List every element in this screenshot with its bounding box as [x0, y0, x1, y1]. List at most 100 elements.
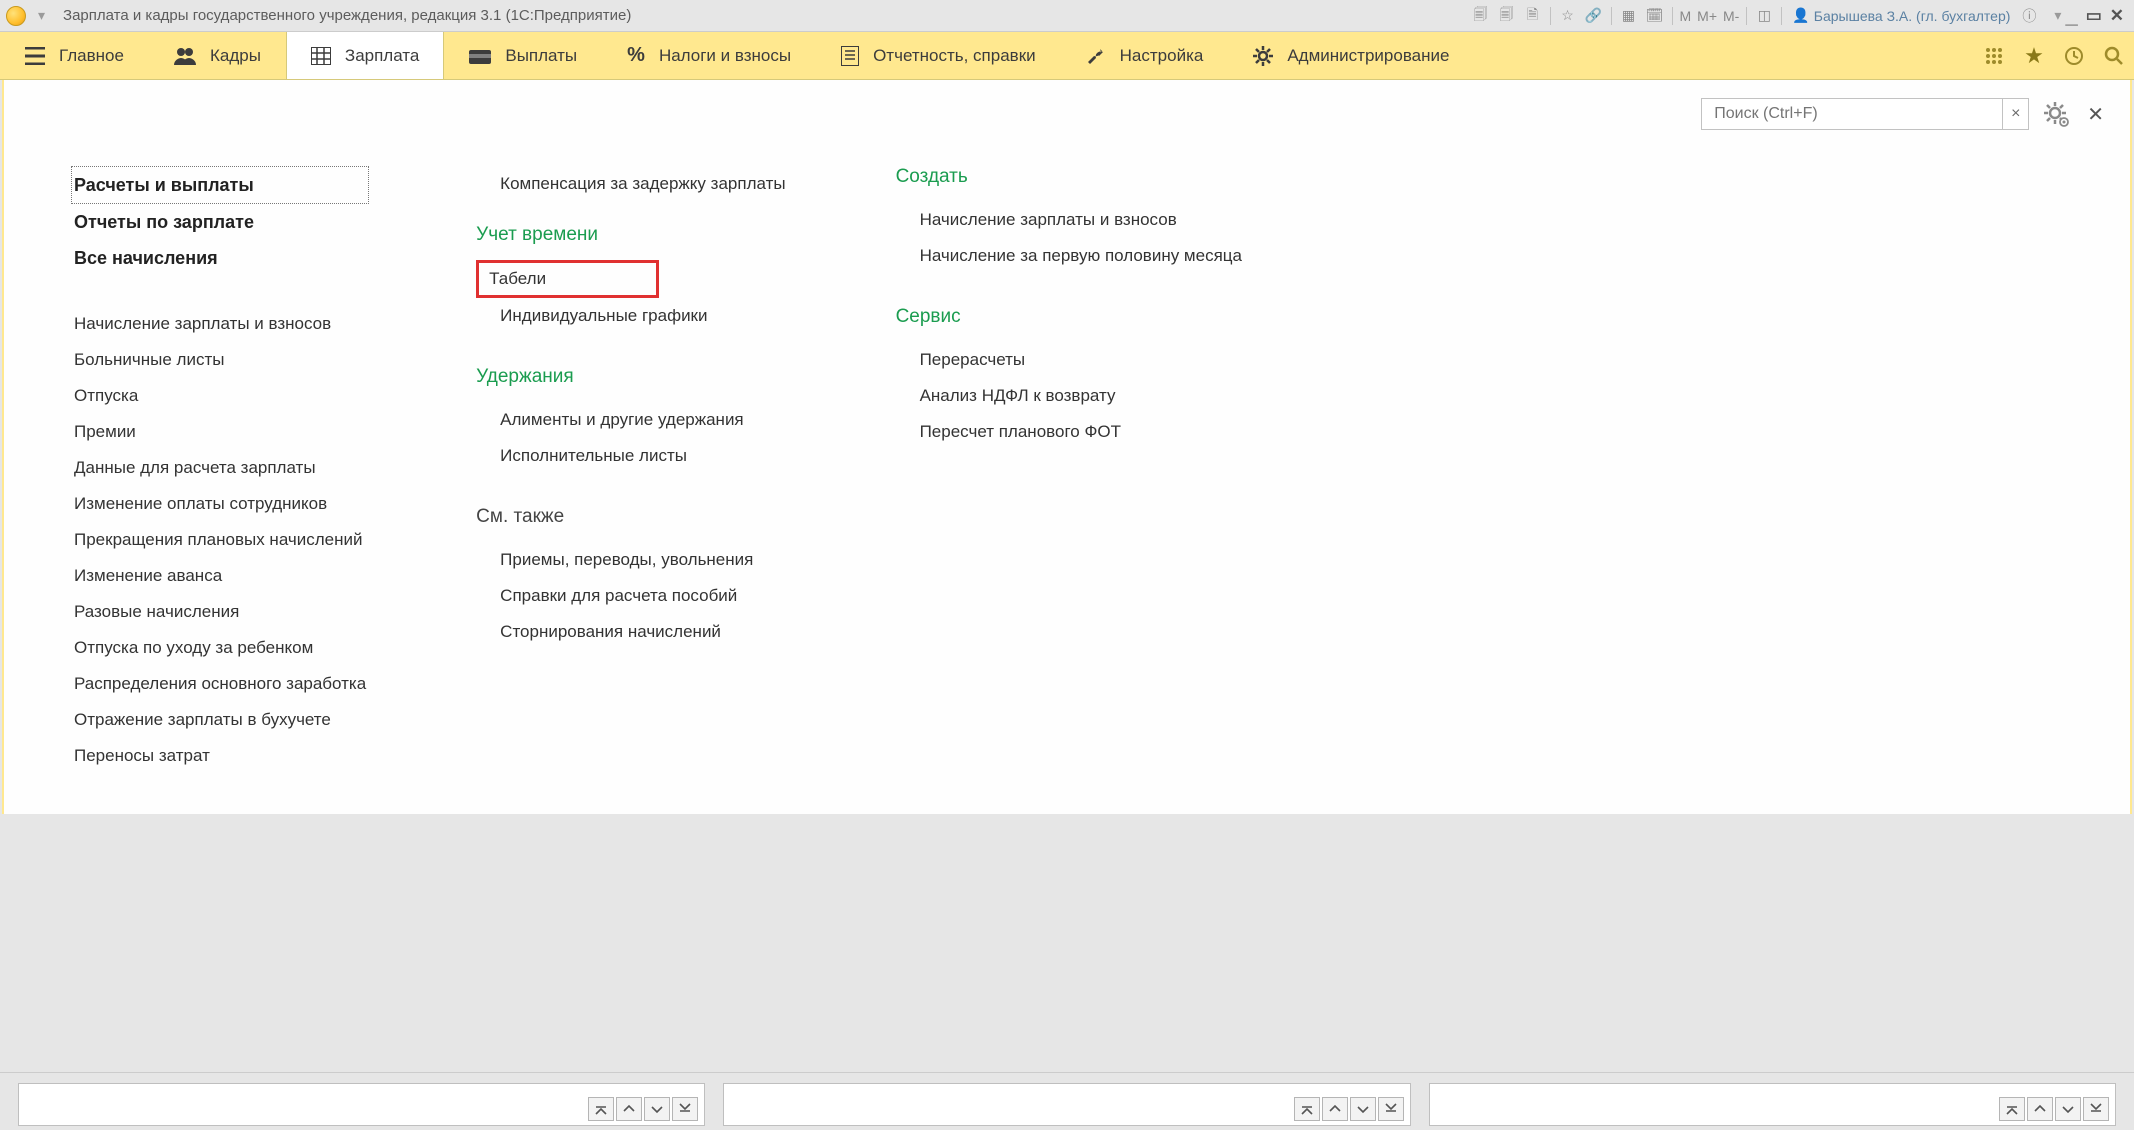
nav-column-1: Расчеты и выплаты Отчеты по зарплате Все… — [74, 166, 366, 774]
nav-link[interactable]: Прекращения плановых начислений — [74, 522, 366, 558]
window-title: Зарплата и кадры государственного учрежд… — [63, 7, 631, 24]
wallet-icon — [469, 48, 491, 64]
tab-label: Администрирование — [1287, 46, 1449, 66]
tab-label: Главное — [59, 46, 124, 66]
nav-link[interactable]: Справки для расчета пособий — [476, 578, 785, 614]
nav-link[interactable]: Компенсация за задержку зарплаты — [476, 166, 785, 202]
people-icon — [174, 47, 196, 65]
dropdown-arrow-icon[interactable]: ▾ — [38, 7, 45, 24]
panel-btn-top[interactable] — [1999, 1097, 2025, 1121]
main-toolbar: Главное Кадры Зарплата Выплаты % Налоги … — [0, 32, 2134, 80]
window-minimize-icon[interactable]: _ — [2065, 12, 2077, 20]
search-input[interactable] — [1702, 105, 2002, 123]
tool-icon-3[interactable]: 🗎 — [1522, 5, 1544, 27]
nav-link[interactable]: Распределения основного заработка — [74, 666, 366, 702]
nav-link[interactable]: Изменение оплаты сотрудников — [74, 486, 366, 522]
app-logo-icon — [6, 6, 26, 26]
memory-mplus-icon[interactable]: M+ — [1697, 8, 1717, 24]
info-dropdown-icon[interactable]: ▾ — [2054, 7, 2061, 24]
panel-btn-bottom[interactable] — [672, 1097, 698, 1121]
favorite-icon[interactable]: ★ — [2014, 32, 2054, 79]
section-close-button[interactable]: ✕ — [2083, 102, 2108, 127]
grid-icon[interactable]: ▦ — [1618, 5, 1640, 27]
panel-btn-down[interactable] — [2055, 1097, 2081, 1121]
nav-link[interactable]: Переносы затрат — [74, 738, 366, 774]
panel-btn-bottom[interactable] — [1378, 1097, 1404, 1121]
nav-link[interactable]: Начисление зарплаты и взносов — [896, 202, 1242, 238]
nav-link[interactable]: Исполнительные листы — [476, 438, 785, 474]
panel-btn-top[interactable] — [1294, 1097, 1320, 1121]
nav-link[interactable]: Больничные листы — [74, 342, 366, 378]
nav-section-head: Учет времени — [476, 224, 785, 246]
tab-label: Выплаты — [505, 46, 577, 66]
section-toolbar: × ✕ — [4, 80, 2130, 136]
nav-link[interactable]: Отпуска — [74, 378, 366, 414]
nav-link[interactable]: Данные для расчета зарплаты — [74, 450, 366, 486]
nav-link[interactable]: Изменение аванса — [74, 558, 366, 594]
nav-link[interactable]: Алименты и другие удержания — [476, 402, 785, 438]
nav-link[interactable]: Отпуска по уходу за ребенком — [74, 630, 366, 666]
percent-icon: % — [627, 44, 645, 67]
tab-reports[interactable]: Отчетность, справки — [816, 32, 1061, 79]
panel-btn-up[interactable] — [1322, 1097, 1348, 1121]
panel-btn-down[interactable] — [1350, 1097, 1376, 1121]
navigation-panel: Расчеты и выплаты Отчеты по зарплате Все… — [4, 136, 2130, 814]
tool-icon-2[interactable]: 🗐 — [1496, 5, 1518, 27]
nav-link[interactable]: Приемы, переводы, увольнения — [476, 542, 785, 578]
window-close-icon[interactable]: ✕ — [2110, 6, 2124, 26]
panel-btn-top[interactable] — [588, 1097, 614, 1121]
nav-section-head: См. также — [476, 506, 785, 528]
star-icon[interactable]: ☆ — [1557, 5, 1579, 27]
tab-taxes[interactable]: % Налоги и взносы — [602, 32, 816, 79]
gear-icon — [1253, 46, 1273, 66]
tab-main[interactable]: Главное — [0, 32, 149, 79]
panel-icon[interactable]: ◫ — [1753, 5, 1775, 27]
history-icon[interactable] — [2054, 32, 2094, 79]
footer-panel-1 — [18, 1083, 705, 1126]
nav-link-tabeli[interactable]: Табели — [476, 260, 659, 298]
search-clear-button[interactable]: × — [2002, 99, 2028, 129]
calendar-icon[interactable]: 🗓 — [1644, 5, 1666, 27]
memory-mminus-icon[interactable]: M- — [1723, 8, 1739, 24]
settings-gear-icon[interactable] — [2043, 101, 2069, 127]
nav-link[interactable]: Премии — [74, 414, 366, 450]
tab-payments[interactable]: Выплаты — [444, 32, 602, 79]
nav-link[interactable]: Сторнирования начислений — [476, 614, 785, 650]
nav-link[interactable]: Анализ НДФЛ к возврату — [896, 378, 1242, 414]
panel-btn-up[interactable] — [2027, 1097, 2053, 1121]
footer-panels — [0, 1072, 2134, 1130]
window-maximize-icon[interactable]: ▭ — [2086, 6, 2102, 26]
report-icon — [841, 46, 859, 66]
apps-icon[interactable] — [1974, 32, 2014, 79]
tab-admin[interactable]: Администрирование — [1228, 32, 1474, 79]
nav-link[interactable]: Индивидуальные графики — [476, 298, 785, 334]
tab-label: Зарплата — [345, 46, 419, 66]
user-label[interactable]: 👤 Барышева З.А. (гл. бухгалтер) — [1792, 7, 2010, 24]
nav-column-3: Создать Начисление зарплаты и взносов На… — [896, 166, 1242, 774]
tab-label: Отчетность, справки — [873, 46, 1036, 66]
wrench-icon — [1086, 46, 1106, 66]
tab-label: Кадры — [210, 46, 261, 66]
nav-link[interactable]: Разовые начисления — [74, 594, 366, 630]
nav-link-calculations[interactable]: Расчеты и выплаты — [71, 166, 369, 204]
tab-personnel[interactable]: Кадры — [149, 32, 286, 79]
panel-btn-down[interactable] — [644, 1097, 670, 1121]
tab-salary[interactable]: Зарплата — [286, 32, 444, 79]
panel-btn-bottom[interactable] — [2083, 1097, 2109, 1121]
nav-link[interactable]: Начисление зарплаты и взносов — [74, 306, 366, 342]
tool-icon-1[interactable]: 🗐 — [1470, 5, 1492, 27]
panel-btn-up[interactable] — [616, 1097, 642, 1121]
nav-link[interactable]: Начисление за первую половину месяца — [896, 238, 1242, 274]
nav-link-all-accruals[interactable]: Все начисления — [74, 240, 366, 276]
nav-link-reports[interactable]: Отчеты по зарплате — [74, 204, 366, 240]
memory-m-icon[interactable]: M — [1680, 8, 1692, 24]
link-icon[interactable]: 🔗 — [1583, 5, 1605, 27]
window-titlebar: ▾ Зарплата и кадры государственного учре… — [0, 0, 2134, 32]
nav-link[interactable]: Пересчет планового ФОТ — [896, 414, 1242, 450]
info-icon[interactable]: ⓘ — [2018, 5, 2040, 27]
tab-settings[interactable]: Настройка — [1061, 32, 1229, 79]
nav-section-head: Удержания — [476, 366, 785, 388]
nav-link[interactable]: Отражение зарплаты в бухучете — [74, 702, 366, 738]
search-icon[interactable] — [2094, 32, 2134, 79]
nav-link[interactable]: Перерасчеты — [896, 342, 1242, 378]
